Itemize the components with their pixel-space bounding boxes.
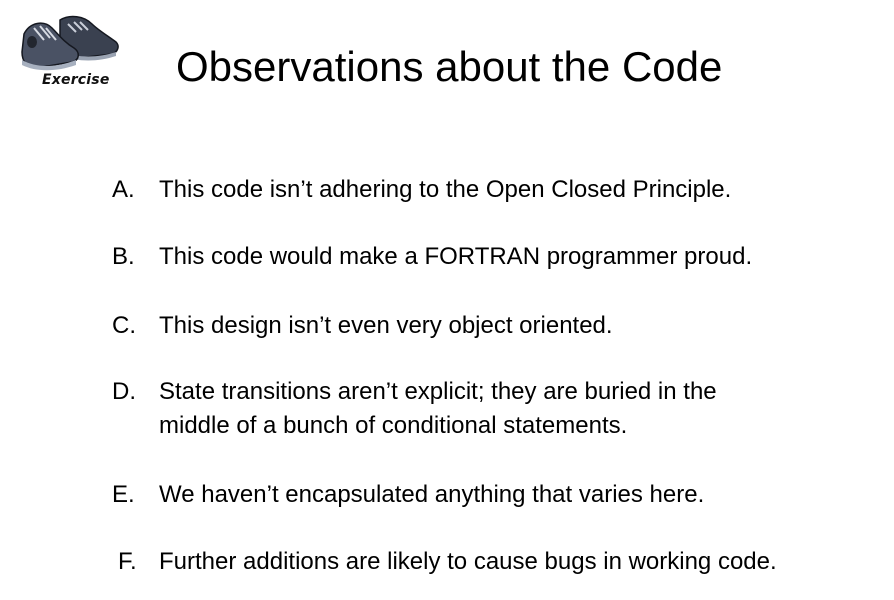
exercise-label: Exercise (42, 72, 110, 88)
exercise-badge: Exercise (18, 12, 122, 96)
list-item-letter: F. (118, 548, 137, 575)
page-title: Observations about the Code (176, 43, 723, 90)
list-item: F. Further additions are likely to cause … (118, 545, 777, 579)
list-item-text: State transitions aren’t explicit; they … (159, 378, 717, 439)
list-item-letter: C. (112, 312, 136, 339)
list-item-text: We haven’t encapsulated anything that va… (159, 481, 705, 508)
list-item-letter: B. (112, 243, 135, 270)
list-item-text: This design isn’t even very object orien… (159, 312, 613, 339)
list-item: C. This design isn’t even very object ori… (112, 309, 613, 343)
slide: Exercise Observations about the Code A. T… (0, 0, 894, 600)
list-item-text: This code isn’t adhering to the Open Clo… (159, 176, 732, 203)
list-item: B. This code would make a FORTRAN program… (112, 240, 752, 274)
list-item: D. State transitions aren’t explicit; the… (112, 375, 717, 443)
list-item-letter: A. (112, 176, 135, 203)
list-item: A. This code isn’t adhering to the Open C… (112, 173, 731, 207)
list-item-text: Further additions are likely to cause bu… (159, 548, 777, 575)
list-item-letter: D. (112, 378, 136, 405)
list-item-text: This code would make a FORTRAN programme… (159, 243, 753, 270)
list-item-letter: E. (112, 481, 135, 508)
list-item: E. We haven’t encapsulated anything that … (112, 478, 704, 512)
